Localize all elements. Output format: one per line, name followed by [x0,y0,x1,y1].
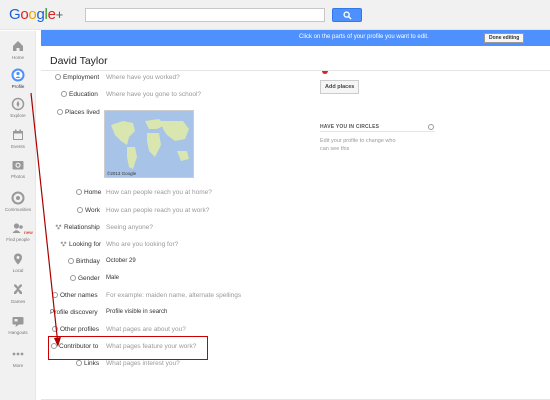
circles-title: HAVE YOU IN CIRCLES [320,124,380,130]
circles-text: Edit your profile to change who can see … [320,138,396,152]
add-places-button[interactable]: Add places [320,80,360,94]
annotation-arrow [30,92,61,347]
divider [320,131,435,132]
globe-icon[interactable] [428,124,434,130]
